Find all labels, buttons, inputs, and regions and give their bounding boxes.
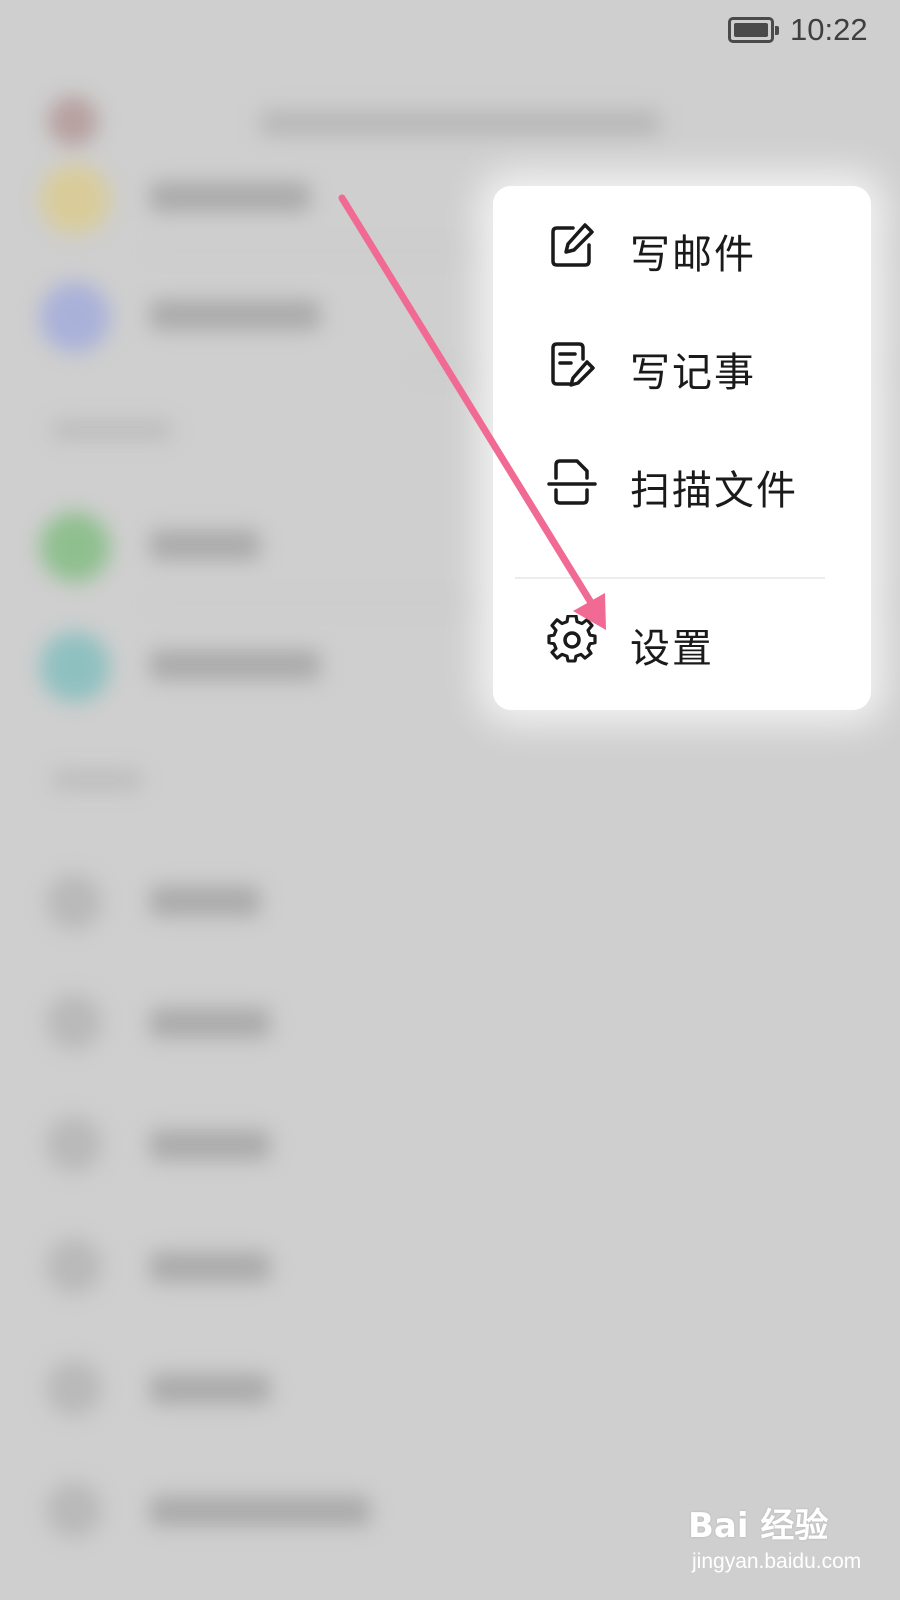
menu-item-settings[interactable]: 设置 [493,580,871,698]
blurred-row-label-5 [150,1374,270,1404]
blurred-folder-icon-4 [40,632,110,702]
blurred-avatar [48,96,98,146]
compose-mail-icon [551,223,594,267]
menu-item-write-note[interactable]: 写记事 [493,304,871,422]
blurred-row-icon-2 [46,994,102,1050]
status-time: 10:22 [790,12,868,47]
write-note-icon [551,342,595,387]
menu-item-label: 写记事 [630,350,756,396]
scan-document-icon [547,459,597,505]
blurred-section-header-2 [52,770,142,790]
baidu-jingyan-watermark: Bai 经验 jingyan.baidu.com [688,1498,888,1588]
gear-icon [547,615,597,663]
menu-item-label: 扫描文件 [630,468,798,514]
blurred-row-icon-3 [46,1116,102,1172]
blurred-folder-icon-3 [40,512,110,582]
blurred-row-label-4 [150,1252,270,1282]
blurred-row-icon-6 [46,1482,102,1538]
blurred-row-icon-4 [46,1238,102,1294]
menu-divider [515,577,825,579]
blurred-row-label-6 [150,1496,370,1526]
menu-item-scan-document[interactable]: 扫描文件 [493,422,871,540]
menu-item-label: 写邮件 [630,232,756,278]
watermark-logo: Bai 经验 [688,1506,829,1546]
status-bar: 10:22 [0,0,900,64]
blurred-header-text [260,110,660,136]
popup-menu: 写邮件 写记事 扫描文件 设置 [493,186,871,710]
menu-item-compose-mail[interactable]: 写邮件 [493,186,871,304]
blurred-folder-label-2 [150,300,320,330]
blurred-folder-icon-1 [40,164,110,234]
blurred-row-label-2 [150,1008,270,1038]
blurred-row-label-3 [150,1130,270,1160]
blurred-section-header-1 [52,420,172,440]
blurred-row-icon-5 [46,1360,102,1416]
menu-item-label: 设置 [630,626,714,672]
blurred-folder-label-3 [150,530,260,560]
blurred-folder-icon-2 [40,282,110,352]
watermark-url: jingyan.baidu.com [692,1550,862,1573]
blurred-folder-label-1 [150,182,310,212]
battery-full-icon [728,17,779,43]
blurred-row-icon-1 [46,874,102,930]
blurred-row-label-1 [150,886,260,916]
blurred-folder-label-4 [150,650,320,680]
